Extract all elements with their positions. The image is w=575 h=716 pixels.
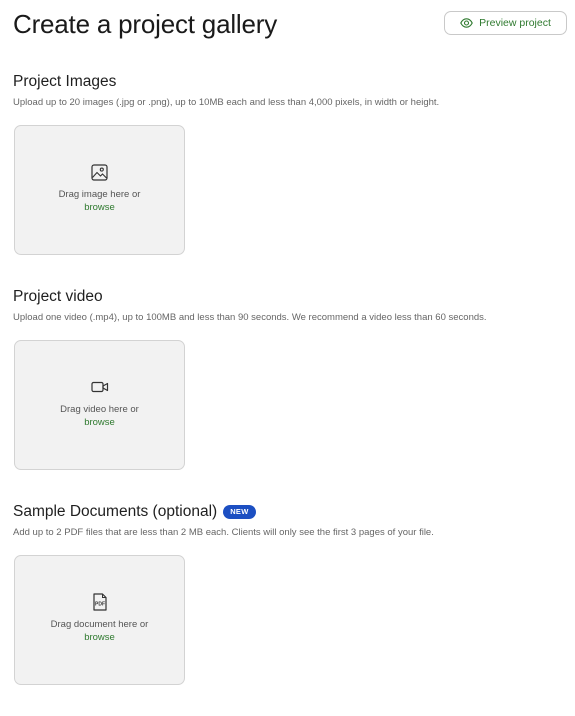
browse-link[interactable]: browse [84,201,115,214]
project-video-description: Upload one video (.mp4), up to 100MB and… [13,312,487,323]
pdf-icon: PDF [92,593,108,611]
browse-link[interactable]: browse [84,416,115,429]
sample-documents-description: Add up to 2 PDF files that are less than… [13,527,434,538]
section-title: Sample Documents (optional) NEW [13,502,563,522]
dropzone-text: Drag video here or [60,404,139,415]
section-title: Project Images [13,72,563,92]
new-badge: NEW [223,505,256,519]
project-images-section: Project Images Upload up to 20 images (.… [13,72,563,255]
sample-documents-section: Sample Documents (optional) NEW Add up t… [13,502,563,685]
dropzone-text: Drag image here or [58,189,141,200]
preview-project-label: Preview project [479,17,551,29]
project-images-title: Project Images [13,73,117,90]
page-title: Create a project gallery [13,9,277,39]
eye-icon [460,18,473,28]
browse-link[interactable]: browse [84,631,115,644]
image-icon [91,163,108,181]
video-camera-icon [90,378,109,396]
project-video-section: Project video Upload one video (.mp4), u… [13,287,563,470]
document-dropzone[interactable]: PDF Drag document here or browse [14,555,185,685]
image-dropzone[interactable]: Drag image here or browse [14,125,185,255]
section-title: Project video [13,287,563,307]
dropzone-text: Drag document here or [50,619,149,630]
preview-project-button[interactable]: Preview project [444,11,567,35]
pdf-icon-text: PDF [95,602,105,608]
video-dropzone[interactable]: Drag video here or browse [14,340,185,470]
project-images-description: Upload up to 20 images (.jpg or .png), u… [13,97,440,108]
sample-documents-title: Sample Documents (optional) [13,503,218,520]
project-video-title: Project video [13,288,103,305]
